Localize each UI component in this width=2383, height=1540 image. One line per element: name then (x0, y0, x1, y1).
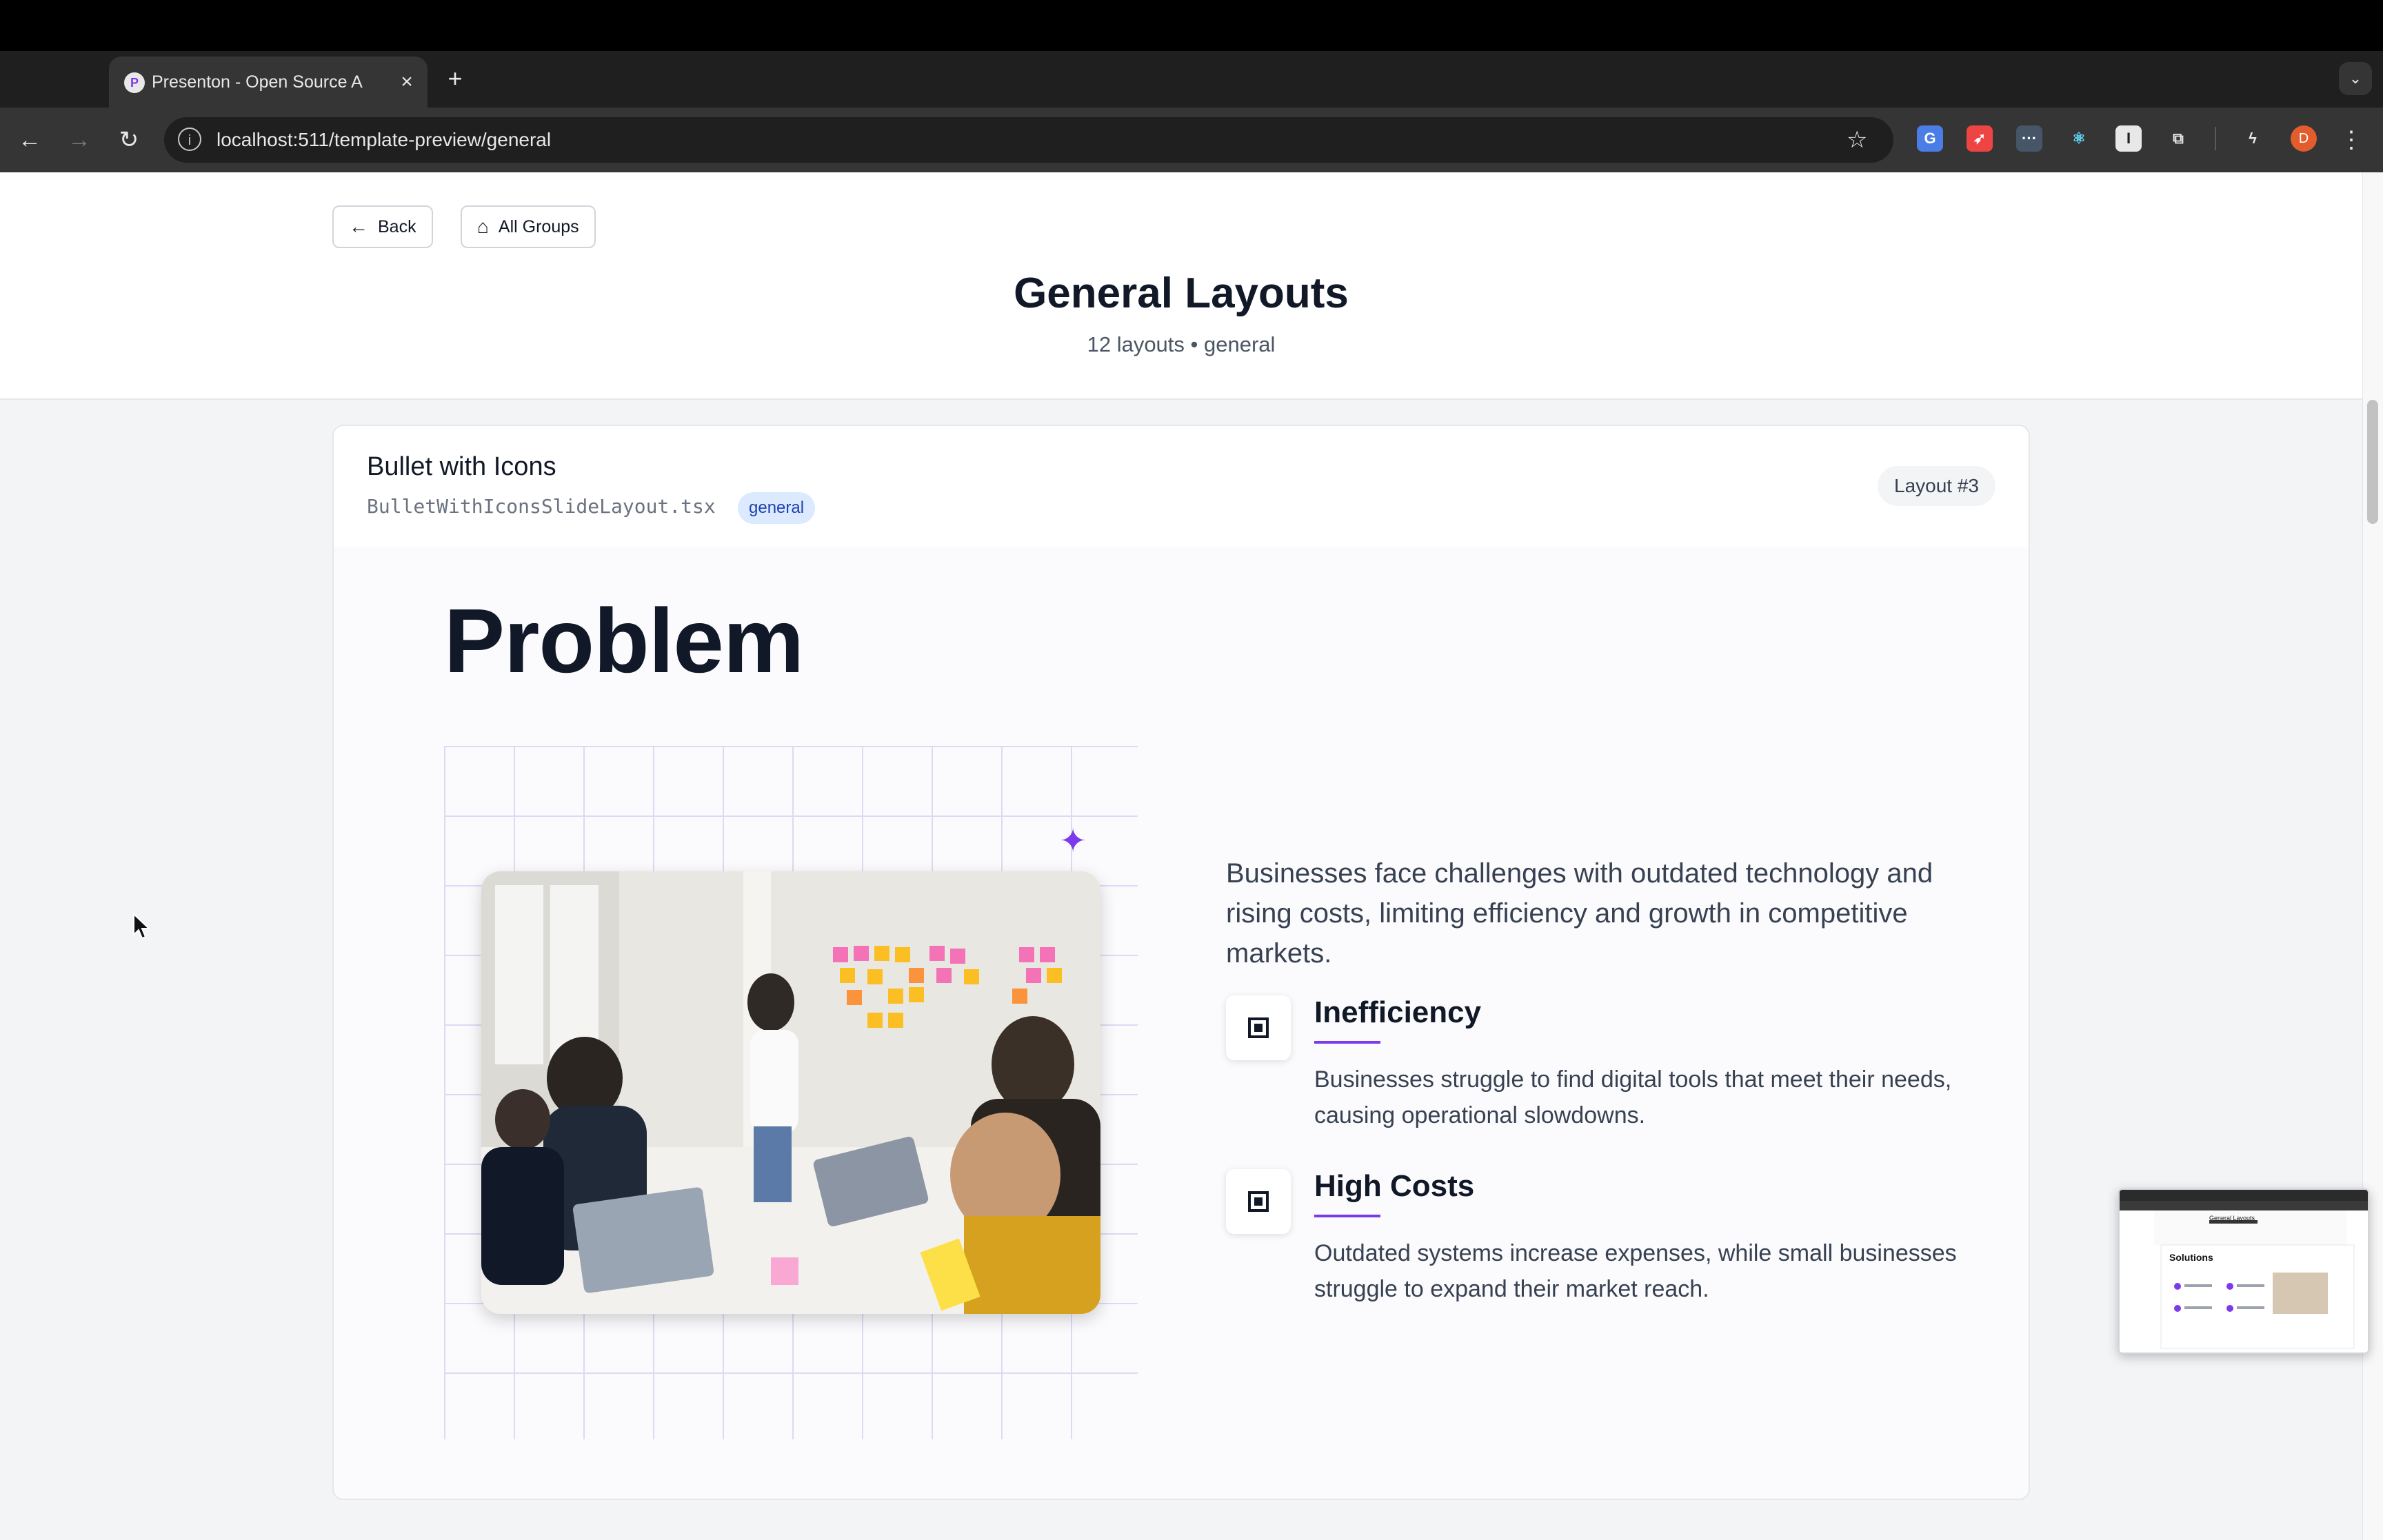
layout-card: Bullet with Icons BulletWithIconsSlideLa… (332, 425, 2030, 1500)
layout-card-header: Bullet with Icons BulletWithIconsSlideLa… (334, 426, 2029, 549)
address-bar[interactable]: i localhost:511/template-preview/general… (164, 117, 1893, 163)
tab-strip: P Presenton - Open Source AI p × + ⌄ (0, 51, 2383, 137)
os-menu-bar (0, 0, 2383, 51)
i-extension-icon[interactable]: I (2115, 125, 2142, 152)
rocket-extension-icon[interactable]: ➶ (1967, 125, 1993, 152)
layout-number-badge: Layout #3 (1878, 466, 1995, 506)
arrow-left-icon: ← (349, 216, 368, 237)
page-title: General Layouts (1014, 270, 1349, 317)
close-tab-icon[interactable]: × (393, 57, 421, 108)
bookmark-star-icon[interactable]: ☆ (1847, 117, 1867, 163)
browser-tab-active[interactable]: P Presenton - Open Source AI p × (109, 57, 428, 108)
page-subtitle: 12 layouts • general (1087, 332, 1276, 356)
bullet-text: Businesses struggle to find digital tool… (1314, 1066, 1952, 1128)
tab-search-chevron-icon[interactable]: ⌄ (2339, 62, 2372, 95)
performance-icon[interactable]: ϟ (2240, 125, 2266, 152)
page-scrollbar-thumb[interactable] (2367, 400, 2378, 524)
thumbnail-heading: Solutions (2169, 1252, 2213, 1263)
slide-heading: Problem (444, 590, 804, 691)
group-badge: general (738, 492, 816, 524)
all-groups-label: All Groups (498, 216, 579, 236)
bullet-accent-line (1314, 1041, 1380, 1044)
puzzle-extensions-icon[interactable]: ⧉ (2165, 125, 2191, 152)
browser-menu-icon[interactable]: ⋮ (2337, 121, 2365, 159)
back-arrow-icon[interactable]: ← (11, 121, 48, 159)
photo-illustration (481, 871, 1100, 1314)
new-tab-plus-icon[interactable]: + (441, 62, 469, 95)
all-groups-button[interactable]: ⌂ All Groups (461, 205, 596, 248)
tab-title: Presenton - Open Source AI p (152, 72, 363, 92)
bullet-title: High Costs (1314, 1169, 1475, 1203)
toolbar-divider (2215, 127, 2216, 150)
page-viewport: ← Back ⌂ All Groups General Layouts 12 l… (0, 172, 2383, 1540)
url-text[interactable]: localhost:511/template-preview/general (217, 117, 551, 163)
translate-extension-icon[interactable]: G (1917, 125, 1943, 152)
screenshot-thumbnail-preview[interactable]: General Layouts Solutions (2118, 1188, 2369, 1354)
team-meeting-photo (481, 871, 1100, 1314)
bullet-title: Inefficiency (1314, 995, 1482, 1029)
presenton-favicon-icon: P (124, 72, 145, 93)
react-extension-icon[interactable]: ⚛ (2066, 125, 2092, 152)
thumbnail-title: General Layouts (2209, 1215, 2255, 1222)
bullet-square-icon (1226, 995, 1291, 1060)
home-icon: ⌂ (477, 216, 489, 237)
bullet-square-icon (1226, 1169, 1291, 1234)
page-header: ← Back ⌂ All Groups General Layouts 12 l… (0, 172, 2362, 400)
back-button[interactable]: ← Back (332, 205, 433, 248)
layout-name: Bullet with Icons (367, 452, 556, 481)
mouse-cursor-icon (133, 913, 150, 940)
site-info-icon[interactable]: i (178, 128, 201, 151)
slide-description: Businesses face challenges with outdated… (1226, 858, 1933, 969)
bullet-text: Outdated systems increase expenses, whil… (1314, 1240, 1957, 1302)
slide-preview: Problem ✦ Businesses face challenges wit… (334, 547, 2029, 1499)
profile-avatar[interactable]: D (2291, 125, 2317, 152)
layout-filename: BulletWithIconsSlideLayout.tsx (367, 495, 716, 518)
reload-icon[interactable]: ↻ (110, 121, 148, 159)
sparkle-icon: ✦ (1059, 823, 1087, 860)
forward-arrow-icon[interactable]: → (61, 121, 98, 159)
bullet-accent-line (1314, 1215, 1380, 1217)
dots-extension-icon[interactable]: ··· (2016, 125, 2042, 152)
back-button-label: Back (378, 216, 416, 236)
